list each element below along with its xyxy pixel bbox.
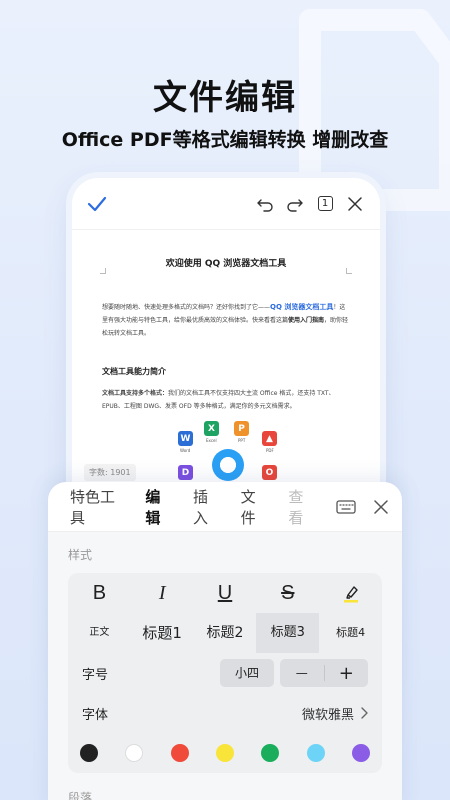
confirm-check-icon[interactable] [86,193,108,215]
color-swatch-6[interactable] [306,744,325,762]
bold-button[interactable]: B [68,582,131,605]
docs-logo-icon: D [178,465,193,480]
font-size-stepper: — + [280,659,368,687]
font-size-value[interactable]: 小四 [220,659,274,687]
edit-bottom-sheet: 特色工具 编辑 插入 文件 查看 样式 B I U S 正文 标题1 标题2 标… [48,482,402,800]
word-count: 字数: 1901 [84,464,136,481]
promo-title: 文件编辑 [153,78,297,118]
color-swatch-7[interactable] [351,744,370,762]
pdf-logo-icon: ▲ [262,431,277,446]
close-sheet-icon[interactable] [374,499,388,514]
tab-insert[interactable]: 插入 [193,486,221,528]
qq-browser-logo-icon [212,449,244,481]
word-logo-icon: W [178,431,193,446]
tab-features[interactable]: 特色工具 [70,486,125,528]
strikethrough-button[interactable]: S [256,582,319,605]
doc-intro-link[interactable]: QQ 浏览器文档工具 [270,303,333,311]
heading-row: 正文 标题1 标题2 标题3 标题4 [68,613,382,653]
heading-body[interactable]: 正文 [68,613,131,653]
doc-section-title: 文档工具能力简介 [102,367,166,376]
redo-icon[interactable] [284,193,306,215]
excel-logo-icon: X [204,421,219,436]
heading-1[interactable]: 标题1 [131,613,194,653]
ofd-logo-icon: O [262,465,277,480]
editor-toolbar: 1 [72,178,380,230]
font-family-row[interactable]: 字体 微软雅黑 [68,693,382,733]
doc-title: 欢迎使用 QQ 浏览器文档工具 [165,259,287,269]
font-size-label: 字号 [82,667,109,683]
page-count-button[interactable]: 1 [314,193,336,215]
font-family-label: 字体 [82,707,109,723]
color-swatch-4[interactable] [215,744,234,762]
keyboard-icon[interactable] [336,499,356,514]
undo-icon[interactable] [254,193,276,215]
color-swatch-1[interactable] [80,744,98,762]
color-swatch-2[interactable] [125,744,144,762]
paragraph-section-label: 段落 [68,791,93,800]
chevron-right-icon [360,707,368,719]
heading-3[interactable]: 标题3 [256,613,320,653]
heading-2[interactable]: 标题2 [194,613,257,653]
tab-edit[interactable]: 编辑 [145,486,173,537]
toolbar-tabs: 特色工具 编辑 插入 文件 查看 [48,482,402,537]
font-family-value: 微软雅黑 [301,707,354,723]
text-format-row: B I U S [68,573,382,613]
edit-panel: 样式 B I U S 正文 标题1 标题2 标题3 标题4 字号 小四 — + … [48,532,402,800]
page-number: 1 [317,196,333,211]
color-swatch-5[interactable] [261,744,280,762]
increase-font-button[interactable]: + [325,663,369,684]
promo-subtitle: Office PDF等格式编辑转换 增删改查 [61,129,389,151]
highlighter-icon [343,586,358,603]
italic-button[interactable]: I [131,582,194,605]
font-color-row [68,733,382,773]
style-section-label: 样式 [68,548,93,562]
close-icon[interactable] [344,193,366,215]
underline-button[interactable]: U [194,582,257,605]
ppt-logo-icon: P [234,421,249,436]
color-swatch-3[interactable] [170,744,189,762]
tab-view[interactable]: 查看 [288,486,316,528]
highlight-button[interactable] [319,583,382,603]
heading-4[interactable]: 标题4 [319,613,382,653]
font-size-row: 字号 小四 — + [68,653,382,693]
doc-intro-paragraph: 想要随时随地、快速处理多格式的文档吗？还好你找到了它——QQ 浏览器文档工具！这… [102,303,349,337]
doc-support-paragraph: 文档工具支持多个格式：我们的文档工具不仅支持四大主流 Office 格式，还支持… [102,390,335,410]
style-card: B I U S 正文 标题1 标题2 标题3 标题4 字号 小四 — + 字体 … [68,573,382,773]
decrease-font-button[interactable]: — [280,666,324,680]
tab-file[interactable]: 文件 [241,486,269,528]
